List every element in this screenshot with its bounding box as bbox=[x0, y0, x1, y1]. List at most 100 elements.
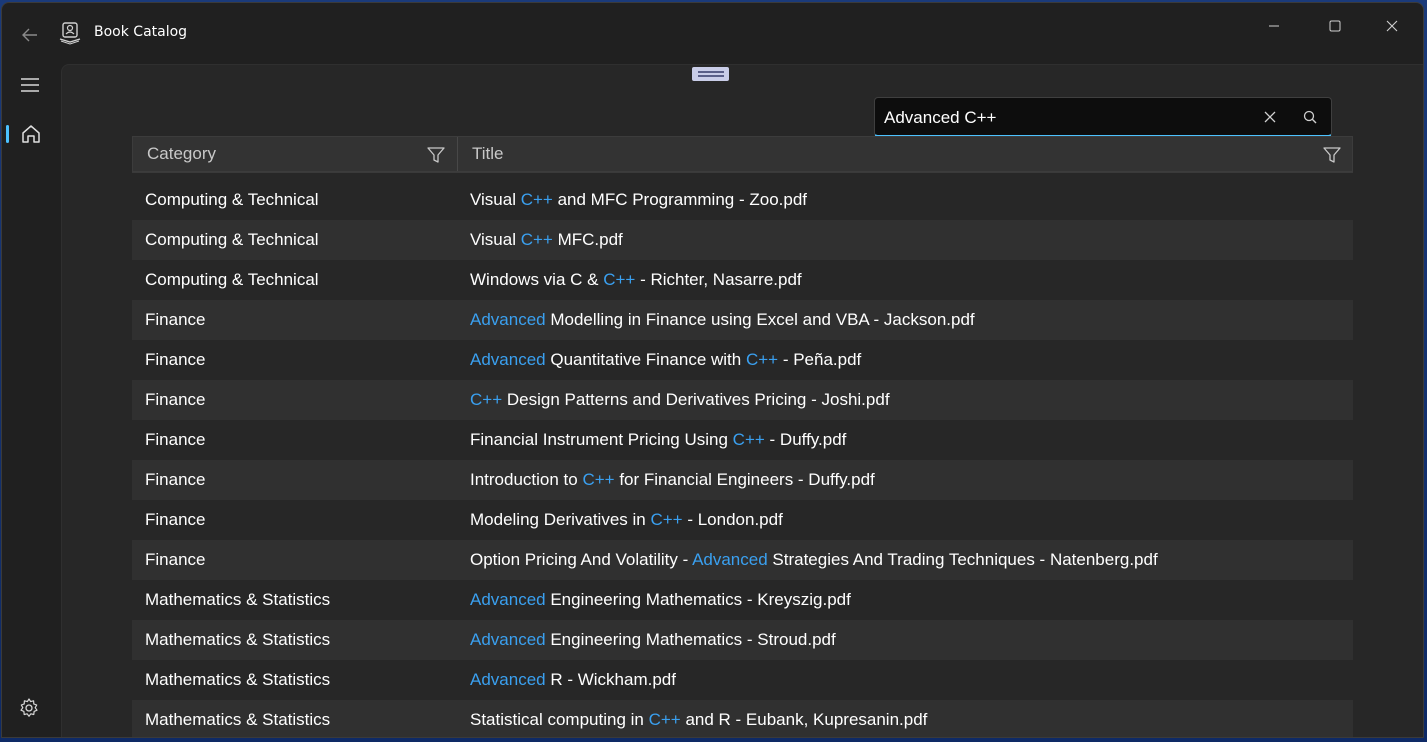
clear-icon bbox=[1264, 111, 1276, 123]
gear-icon bbox=[20, 698, 38, 717]
search-highlight: C++ bbox=[520, 230, 553, 249]
cell-category: Finance bbox=[145, 390, 206, 409]
search-highlight: Advanced bbox=[470, 350, 546, 369]
table-row[interactable]: Computing & Technical Windows via C & C++… bbox=[132, 260, 1353, 300]
cell-title: Visual C++ MFC.pdf bbox=[470, 220, 623, 260]
title-text: Modeling Derivatives in bbox=[470, 510, 651, 529]
title-text: MFC.pdf bbox=[552, 230, 623, 249]
title-text: and MFC Programming - Zoo.pdf bbox=[552, 190, 808, 209]
nav-item-home[interactable] bbox=[6, 119, 54, 149]
back-button[interactable] bbox=[16, 23, 44, 47]
column-separator[interactable] bbox=[457, 137, 458, 171]
maximize-icon bbox=[1329, 20, 1341, 32]
home-icon bbox=[22, 125, 40, 143]
search-highlight: Advanced bbox=[470, 590, 546, 609]
clear-button[interactable] bbox=[1259, 107, 1281, 127]
cell-category: Finance bbox=[145, 550, 206, 569]
search-highlight: C++ bbox=[520, 190, 553, 209]
nav-item-settings[interactable] bbox=[18, 697, 40, 719]
cell-category: Finance bbox=[145, 310, 206, 329]
search-highlight: C++ bbox=[470, 390, 503, 409]
navigation-rail bbox=[2, 63, 60, 737]
table-row[interactable]: Finance Financial Instrument Pricing Usin… bbox=[132, 420, 1353, 460]
cell-category: Finance bbox=[145, 350, 206, 369]
title-text: Quantitative Finance with bbox=[545, 350, 746, 369]
drag-handle[interactable] bbox=[692, 67, 729, 81]
close-icon bbox=[1386, 20, 1398, 32]
cell-category: Finance bbox=[145, 470, 206, 489]
title-text: Financial Instrument Pricing Using bbox=[470, 430, 733, 449]
title-text: - Richter, Nasarre.pdf bbox=[635, 270, 802, 289]
cell-category: Finance bbox=[145, 430, 206, 449]
cell-category: Computing & Technical bbox=[145, 270, 319, 289]
search-button[interactable] bbox=[1299, 107, 1321, 127]
title-text: Design Patterns and Derivatives Pricing … bbox=[502, 390, 890, 409]
search-highlight: Advanced bbox=[470, 310, 546, 329]
maximize-button[interactable] bbox=[1315, 11, 1355, 41]
title-text: Introduction to bbox=[470, 470, 583, 489]
minimize-button[interactable] bbox=[1254, 11, 1294, 41]
cell-title: Option Pricing And Volatility - Advanced… bbox=[470, 540, 1158, 580]
filter-icon[interactable] bbox=[426, 145, 446, 165]
book-reader-icon bbox=[58, 21, 82, 45]
cell-category: Mathematics & Statistics bbox=[145, 630, 331, 649]
search-input[interactable]: Advanced C++ bbox=[874, 97, 1332, 137]
table-row[interactable]: Finance Advanced Modelling in Finance usi… bbox=[132, 300, 1353, 340]
table-row[interactable]: Finance Modeling Derivatives in C++ - Lon… bbox=[132, 500, 1353, 540]
back-arrow-icon bbox=[22, 28, 37, 42]
table-row[interactable]: Finance Option Pricing And Volatility - A… bbox=[132, 540, 1353, 580]
title-text: Engineering Mathematics - Stroud.pdf bbox=[545, 630, 836, 649]
title-text: R - Wickham.pdf bbox=[545, 670, 676, 689]
title-text: Statistical computing in bbox=[470, 710, 649, 729]
close-button[interactable] bbox=[1372, 11, 1412, 41]
cell-title: Modeling Derivatives in C++ - London.pdf bbox=[470, 500, 783, 540]
table-row[interactable]: Mathematics & Statistics Advanced Enginee… bbox=[132, 620, 1353, 660]
search-highlight: C++ bbox=[648, 710, 681, 729]
search-highlight: Advanced bbox=[470, 670, 546, 689]
cell-title: C++ Design Patterns and Derivatives Pric… bbox=[470, 380, 890, 420]
search-highlight: C++ bbox=[745, 350, 779, 369]
search-query[interactable]: Advanced C++ bbox=[884, 108, 996, 128]
filter-icon[interactable] bbox=[1322, 145, 1342, 165]
title-text: - London.pdf bbox=[682, 510, 783, 529]
table-row[interactable]: Finance Advanced Quantitative Finance wit… bbox=[132, 340, 1353, 380]
title-text: - Peña.pdf bbox=[778, 350, 862, 369]
cell-category: Finance bbox=[145, 510, 206, 529]
search-highlight: C++ bbox=[603, 270, 636, 289]
title-text: for Financial Engineers - Duffy.pdf bbox=[614, 470, 875, 489]
column-header-title[interactable]: Title bbox=[472, 137, 504, 171]
hamburger-icon bbox=[21, 78, 39, 92]
search-highlight: Advanced bbox=[470, 630, 546, 649]
cell-title: Financial Instrument Pricing Using C++ -… bbox=[470, 420, 846, 460]
cell-title: Advanced Modelling in Finance using Exce… bbox=[470, 300, 975, 340]
table-row[interactable]: Mathematics & Statistics Advanced R - Wic… bbox=[132, 660, 1353, 700]
search-highlight: C++ bbox=[582, 470, 615, 489]
search-highlight: Advanced bbox=[692, 550, 768, 569]
menu-button[interactable] bbox=[16, 73, 44, 97]
table-row[interactable]: Computing & Technical Visual C++ and MFC … bbox=[132, 180, 1353, 220]
cell-category: Computing & Technical bbox=[145, 230, 319, 249]
cell-title: Advanced Quantitative Finance with C++ -… bbox=[470, 340, 861, 380]
app-window: Book Catalog Advanced C++ Category Title… bbox=[1, 2, 1424, 738]
cell-title: Advanced R - Wickham.pdf bbox=[470, 660, 676, 700]
table-row[interactable]: Finance C++ Design Patterns and Derivativ… bbox=[132, 380, 1353, 420]
window-title: Book Catalog bbox=[94, 24, 188, 40]
book-grid: Category Title Computing & Technical Visu… bbox=[132, 136, 1353, 737]
title-text: Visual bbox=[470, 230, 521, 249]
cell-title: Advanced Engineering Mathematics - Strou… bbox=[470, 620, 836, 660]
table-row[interactable]: Computing & Technical Visual C++ MFC.pdf bbox=[132, 220, 1353, 260]
column-header-category[interactable]: Category bbox=[147, 137, 216, 171]
selection-indicator bbox=[6, 125, 9, 143]
cell-category: Computing & Technical bbox=[145, 190, 319, 209]
table-row[interactable]: Mathematics & Statistics Statistical comp… bbox=[132, 700, 1353, 737]
search-highlight: C++ bbox=[650, 510, 683, 529]
cell-title: Introduction to C++ for Financial Engine… bbox=[470, 460, 875, 500]
grid-header: Category Title bbox=[132, 136, 1353, 172]
search-highlight: C++ bbox=[732, 430, 765, 449]
cell-title: Statistical computing in C++ and R - Eub… bbox=[470, 700, 927, 737]
cell-title: Visual C++ and MFC Programming - Zoo.pdf bbox=[470, 180, 807, 220]
title-text: Option Pricing And Volatility - bbox=[470, 550, 693, 569]
table-row[interactable]: Mathematics & Statistics Advanced Enginee… bbox=[132, 580, 1353, 620]
title-text: Engineering Mathematics - Kreyszig.pdf bbox=[545, 590, 851, 609]
table-row[interactable]: Finance Introduction to C++ for Financial… bbox=[132, 460, 1353, 500]
